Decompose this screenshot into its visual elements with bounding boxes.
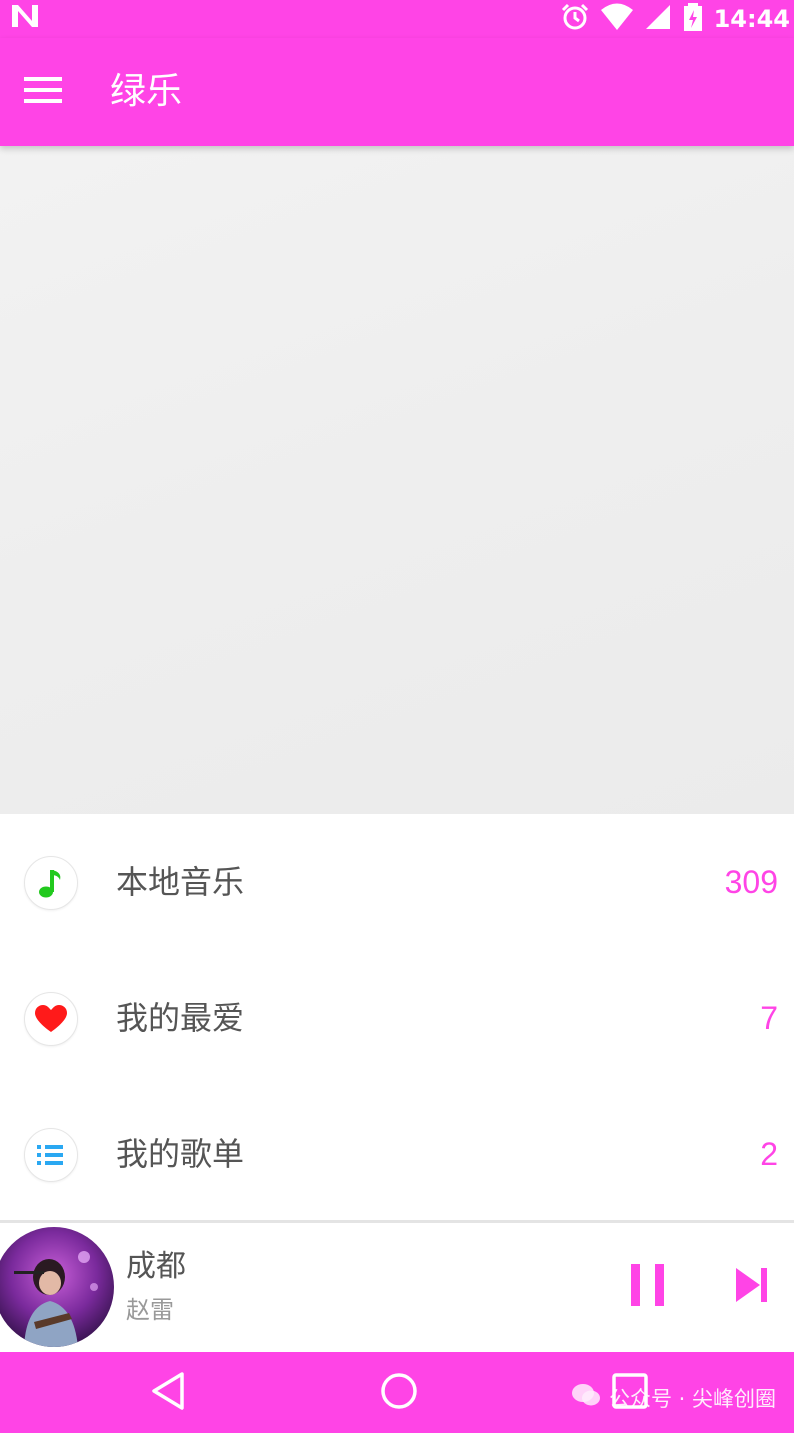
watermark: 公众号 · 尖峰创圈 (571, 1382, 776, 1413)
song-title: 成都 (126, 1249, 186, 1284)
menu-item-label: 我的最爱 (116, 999, 245, 1037)
menu-item-label: 本地音乐 (116, 863, 245, 901)
app-title: 绿乐 (110, 71, 183, 112)
banner-area (0, 146, 794, 814)
pause-icon (631, 1264, 665, 1310)
home-circle-icon (379, 1371, 419, 1415)
album-art[interactable] (0, 1227, 114, 1347)
menu-item-count: 2 (760, 1136, 778, 1172)
watermark-text: 公众号 · 尖峰创圈 (608, 1386, 776, 1411)
nav-home-button[interactable] (371, 1368, 427, 1418)
pause-button[interactable] (620, 1259, 676, 1315)
heart-icon (24, 992, 78, 1046)
cell-signal-icon (644, 3, 672, 35)
music-note-icon (24, 856, 78, 910)
status-time: 14:44 (713, 5, 790, 33)
song-artist: 赵雷 (126, 1296, 174, 1324)
battery-icon (682, 2, 704, 36)
menu-button[interactable] (16, 64, 72, 120)
skip-next-icon (736, 1268, 768, 1306)
menu-item-local-music[interactable]: 本地音乐 309 (0, 828, 794, 938)
wechat-icon (571, 1382, 601, 1413)
menu-item-count: 7 (760, 1000, 778, 1036)
hamburger-menu-icon (24, 75, 64, 109)
menu-list: 本地音乐 309 我的最爱 7 我的歌单 2 (0, 814, 794, 1220)
notification-n-icon (10, 3, 40, 33)
system-nav-bar: 公众号 · 尖峰创圈 (0, 1352, 794, 1433)
now-playing-bar[interactable]: 成都 赵雷 (0, 1220, 794, 1352)
menu-item-count: 309 (724, 864, 778, 900)
back-triangle-icon (150, 1371, 186, 1415)
alarm-icon (560, 2, 590, 36)
nav-back-button[interactable] (140, 1368, 196, 1418)
list-icon (24, 1128, 78, 1182)
next-track-button[interactable] (724, 1259, 780, 1315)
menu-item-label: 我的歌单 (116, 1135, 245, 1173)
wifi-icon (600, 3, 634, 35)
status-bar: 14:44 (0, 0, 794, 38)
app-bar: 绿乐 (0, 38, 794, 146)
menu-item-playlists[interactable]: 我的歌单 2 (0, 1100, 794, 1210)
menu-item-favorites[interactable]: 我的最爱 7 (0, 964, 794, 1074)
